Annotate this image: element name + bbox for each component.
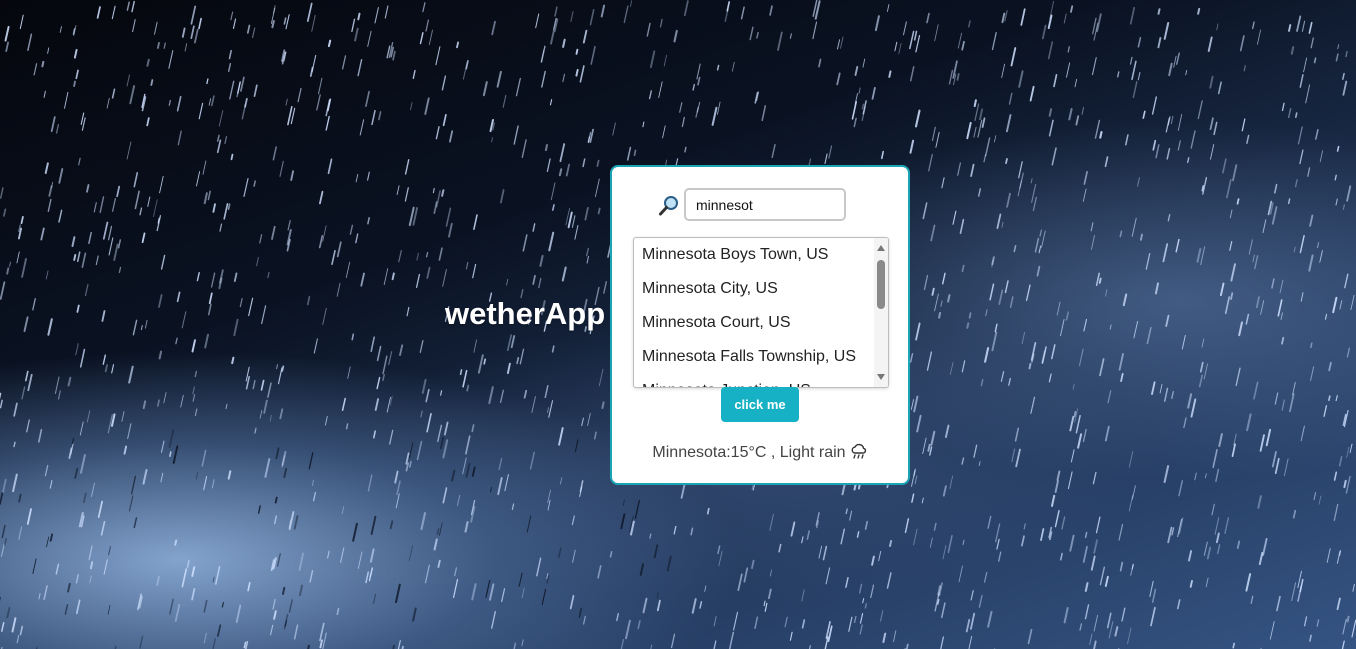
suggestion-item[interactable]: Minnesota Boys Town, US <box>634 238 874 272</box>
rain-cloud-icon <box>850 443 868 466</box>
suggestion-item[interactable]: Minnesota Court, US <box>634 306 874 340</box>
suggestion-item[interactable]: Minnesota City, US <box>634 272 874 306</box>
suggestion-list: Minnesota Boys Town, US Minnesota City, … <box>634 238 874 387</box>
app-title: wetherApp <box>445 296 606 331</box>
weather-result: Minnesota:15°C , Light rain <box>612 443 908 466</box>
scrollbar-thumb[interactable] <box>877 260 885 309</box>
magnifying-glass-icon <box>658 195 680 217</box>
dropdown-scrollbar[interactable] <box>874 238 888 387</box>
submit-button[interactable]: click me <box>721 387 799 422</box>
suggestion-item[interactable]: Minnesota Falls Township, US <box>634 340 874 374</box>
weather-card: Minnesota Boys Town, US Minnesota City, … <box>610 165 910 485</box>
city-suggestions-dropdown[interactable]: Minnesota Boys Town, US Minnesota City, … <box>633 237 889 388</box>
city-search-input[interactable] <box>684 188 846 221</box>
scroll-down-arrow-icon[interactable] <box>877 374 885 380</box>
suggestion-item[interactable]: Minnesota Junction, US <box>634 374 874 387</box>
scroll-up-arrow-icon[interactable] <box>877 245 885 251</box>
weather-result-text: Minnesota:15°C , Light rain <box>652 444 846 461</box>
